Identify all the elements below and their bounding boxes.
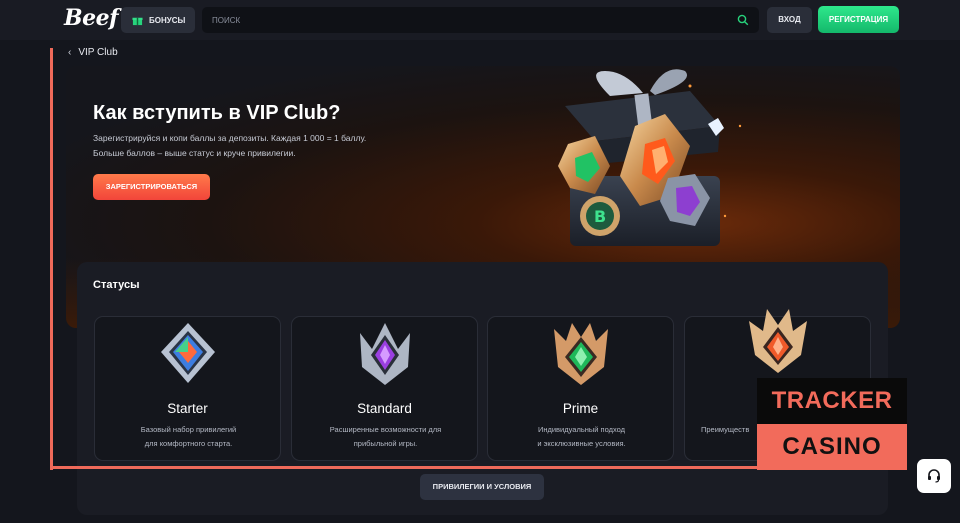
vip-gift-box-illustration: B xyxy=(558,69,742,246)
status-card-starter[interactable]: Starter Базовый набор привилегий для ком… xyxy=(94,316,281,461)
privileges-button[interactable]: ПРИВИЛЕГИИ И УСЛОВИЯ xyxy=(420,474,544,500)
breadcrumb-label[interactable]: VIP Club xyxy=(78,47,117,58)
login-button[interactable]: ВХОД xyxy=(767,7,812,33)
register-button[interactable]: РЕГИСТРАЦИЯ xyxy=(818,6,899,33)
hero-description: Зарегистрируйся и копи баллы за депозиты… xyxy=(93,131,423,161)
bonuses-label: БОНУСЫ xyxy=(149,15,186,25)
fourth-emblem-icon xyxy=(749,309,807,373)
status-card-description: Базовый набор привилегий для комфортного… xyxy=(115,423,262,451)
status-card-name: Starter xyxy=(167,401,208,416)
status-card-standard[interactable]: Standard Расширенные возможности для при… xyxy=(291,316,478,461)
status-card-desc-line-2: для комфортного старта. xyxy=(144,439,233,448)
top-header: Beef БОНУСЫ ВХОД РЕГИСТРАЦИЯ xyxy=(0,0,960,40)
brand-logo[interactable]: Beef xyxy=(64,5,119,31)
status-card-desc-line-1: Индивидуальный подход xyxy=(537,425,626,434)
status-card-prime[interactable]: Prime Индивидуальный подход и эксклюзивн… xyxy=(487,316,674,461)
watermark-tracker: TRACKER xyxy=(757,378,907,424)
status-card-description: Индивидуальный подход и эксклюзивные усл… xyxy=(508,423,655,451)
watermark-line-1: TRACKER xyxy=(771,387,893,414)
headset-icon xyxy=(928,469,940,483)
support-chat-button[interactable] xyxy=(917,459,951,493)
watermark-frame-bottom xyxy=(50,466,762,469)
status-card-desc-line-1: Базовый набор привилегий xyxy=(140,425,237,434)
watermark-frame-left xyxy=(50,48,53,470)
gift-icon xyxy=(132,17,143,25)
breadcrumb[interactable]: ‹ VIP Club xyxy=(68,47,118,58)
bonuses-button[interactable]: БОНУСЫ xyxy=(121,7,195,33)
status-card-name: Standard xyxy=(357,401,412,416)
chevron-left-icon[interactable]: ‹ xyxy=(68,47,71,58)
watermark-casino: CASINO xyxy=(757,424,907,470)
starter-emblem-icon xyxy=(161,323,215,383)
search-bar[interactable] xyxy=(202,7,759,33)
watermark-line-2: CASINO xyxy=(782,433,882,460)
hero-description-line-1: Зарегистрируйся и копи баллы за депозиты… xyxy=(93,133,367,143)
search-input[interactable] xyxy=(212,13,712,27)
prime-emblem-icon xyxy=(554,323,608,385)
status-card-desc-line-2: прибыльной игры. xyxy=(353,439,418,448)
hero-register-button[interactable]: ЗАРЕГИСТРИРОВАТЬСЯ xyxy=(93,174,210,200)
svg-text:B: B xyxy=(594,207,606,226)
hero-title: Как вступить в VIP Club? xyxy=(93,102,341,124)
status-card-desc-line-1: Расширенные возможности для xyxy=(329,425,442,434)
standard-emblem-icon xyxy=(360,323,410,385)
status-card-desc-line-2: и эксклюзивные условия. xyxy=(537,439,626,448)
status-card-description: Расширенные возможности для прибыльной и… xyxy=(312,423,459,451)
statuses-title: Статусы xyxy=(93,279,140,291)
hero-description-line-2: Больше баллов – выше статус и круче прив… xyxy=(93,148,296,158)
status-card-name: Prime xyxy=(562,401,599,416)
search-icon[interactable] xyxy=(737,14,749,26)
